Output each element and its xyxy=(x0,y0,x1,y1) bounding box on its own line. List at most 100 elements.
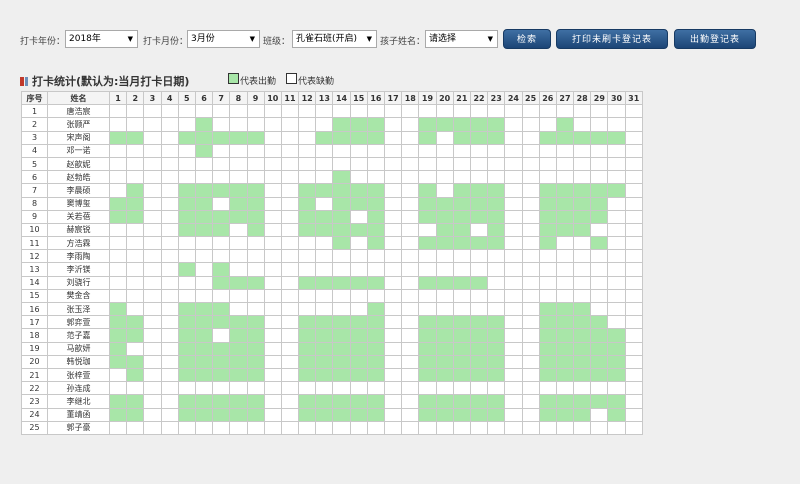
search-button[interactable]: 检索 xyxy=(503,29,551,49)
attendance-cell-present xyxy=(418,236,437,251)
attendance-cell-absent xyxy=(143,354,162,369)
attendance-cell-absent xyxy=(401,262,420,277)
table-row: 16 张玉泽 xyxy=(21,301,643,317)
attendance-cell-present xyxy=(212,301,231,317)
month-select[interactable]: 3月份 ▼ xyxy=(187,30,260,48)
attendance-cell-absent xyxy=(538,249,557,264)
attendance-cell-absent xyxy=(418,170,437,185)
attendance-cell-absent xyxy=(143,420,162,435)
attendance-cell-absent xyxy=(349,170,368,185)
attendance-cell-absent xyxy=(435,262,454,277)
attendance-cell-present xyxy=(194,315,214,330)
attendance-cell-absent xyxy=(246,236,265,251)
attendance-cell-present xyxy=(366,130,386,145)
attendance-cell-absent xyxy=(590,249,609,264)
row-index: 14 xyxy=(21,275,48,290)
attendance-cell-present xyxy=(212,183,231,198)
attendance-cell-absent xyxy=(555,143,575,158)
year-label: 打卡年份： xyxy=(20,37,66,47)
attendance-cell-absent xyxy=(263,130,282,145)
child-select[interactable]: 请选择 ▼ xyxy=(425,30,498,48)
attendance-cell-absent xyxy=(607,236,626,251)
class-select[interactable]: 孔雀石班(开启) ▼ xyxy=(292,30,377,48)
attendance-cell-present xyxy=(590,209,609,224)
attendance-cell-absent xyxy=(143,262,162,277)
attendance-cell-present xyxy=(349,341,368,356)
day-header: 7 xyxy=(212,90,231,106)
attendance-cell-present xyxy=(452,341,471,356)
attendance-cell-present xyxy=(177,407,196,422)
attendance-cell-absent xyxy=(280,222,300,238)
attendance-cell-absent xyxy=(383,104,403,119)
attendance-cell-absent xyxy=(573,143,592,158)
table-row: 15 樊金含 xyxy=(21,288,643,304)
attendance-cell-present xyxy=(332,407,351,422)
attendance-cell-absent xyxy=(143,394,162,409)
attendance-cell-absent xyxy=(521,394,540,409)
attendance-cell-present xyxy=(177,262,196,277)
attendance-cell-present xyxy=(366,196,386,211)
attendance-cell-absent xyxy=(263,143,282,158)
print-unpunched-button[interactable]: 打印未刷卡登记表 xyxy=(556,29,668,49)
attendance-cell-present xyxy=(315,315,334,330)
year-select[interactable]: 2018年 ▼ xyxy=(65,30,138,48)
attendance-cell-present xyxy=(366,341,386,356)
attendance-cell-absent xyxy=(607,196,626,211)
attendance-cell-absent xyxy=(624,301,643,317)
attendance-cell-absent xyxy=(126,301,145,317)
class-select-value: 孔雀石班(开启) xyxy=(296,34,358,44)
attendance-cell-present xyxy=(108,394,128,409)
attendance-cell-present xyxy=(590,354,609,369)
attendance-cell-absent xyxy=(418,156,437,172)
section-title: 打卡统计(默认为:当月打卡日期) xyxy=(32,75,190,88)
attendance-cell-present xyxy=(487,183,506,198)
attendance-cell-absent xyxy=(160,420,179,435)
attendance-cell-present xyxy=(349,275,368,290)
attendance-cell-absent xyxy=(607,275,626,290)
attendance-cell-absent xyxy=(143,183,162,198)
attendance-cell-absent xyxy=(435,104,454,119)
attendance-cell-absent xyxy=(108,183,128,198)
student-name: 李沂镁 xyxy=(47,262,110,277)
attendance-cell-present xyxy=(573,328,592,343)
day-header: 29 xyxy=(590,90,609,106)
attendance-cell-absent xyxy=(624,183,643,198)
attendance-cell-present xyxy=(538,328,557,343)
table-row: 22 孙连成 xyxy=(21,381,643,396)
attendance-cell-absent xyxy=(160,183,179,198)
attendance-cell-present xyxy=(435,209,454,224)
attendance-cell-present xyxy=(108,341,128,356)
class-label: 班级： xyxy=(263,37,291,47)
attendance-cell-absent xyxy=(573,275,592,290)
attendance-cell-present xyxy=(126,328,145,343)
attendance-register-button[interactable]: 出勤登记表 xyxy=(674,29,756,49)
attendance-cell-present xyxy=(332,275,351,290)
attendance-cell-absent xyxy=(401,117,420,132)
attendance-cell-present xyxy=(246,367,265,383)
attendance-cell-absent xyxy=(435,249,454,264)
attendance-cell-absent xyxy=(263,315,282,330)
attendance-cell-absent xyxy=(280,117,300,132)
attendance-cell-absent xyxy=(298,288,317,304)
attendance-cell-absent xyxy=(401,288,420,304)
row-index: 24 xyxy=(21,407,48,422)
attendance-cell-absent xyxy=(435,420,454,435)
attendance-cell-absent xyxy=(315,262,334,277)
attendance-cell-absent xyxy=(143,196,162,211)
attendance-cell-absent xyxy=(177,420,196,435)
row-index: 20 xyxy=(21,354,48,369)
attendance-cell-present xyxy=(418,315,437,330)
day-header: 3 xyxy=(143,90,162,106)
attendance-cell-absent xyxy=(607,156,626,172)
attendance-cell-absent xyxy=(229,156,248,172)
attendance-cell-absent xyxy=(194,262,214,277)
attendance-cell-present xyxy=(229,315,248,330)
attendance-cell-absent xyxy=(504,130,523,145)
day-header: 9 xyxy=(246,90,265,106)
day-header: 16 xyxy=(366,90,386,106)
attendance-cell-present xyxy=(298,394,317,409)
attendance-cell-present xyxy=(487,328,506,343)
student-name: 李晨硕 xyxy=(47,183,110,198)
attendance-cell-absent xyxy=(108,143,128,158)
attendance-cell-absent xyxy=(280,249,300,264)
